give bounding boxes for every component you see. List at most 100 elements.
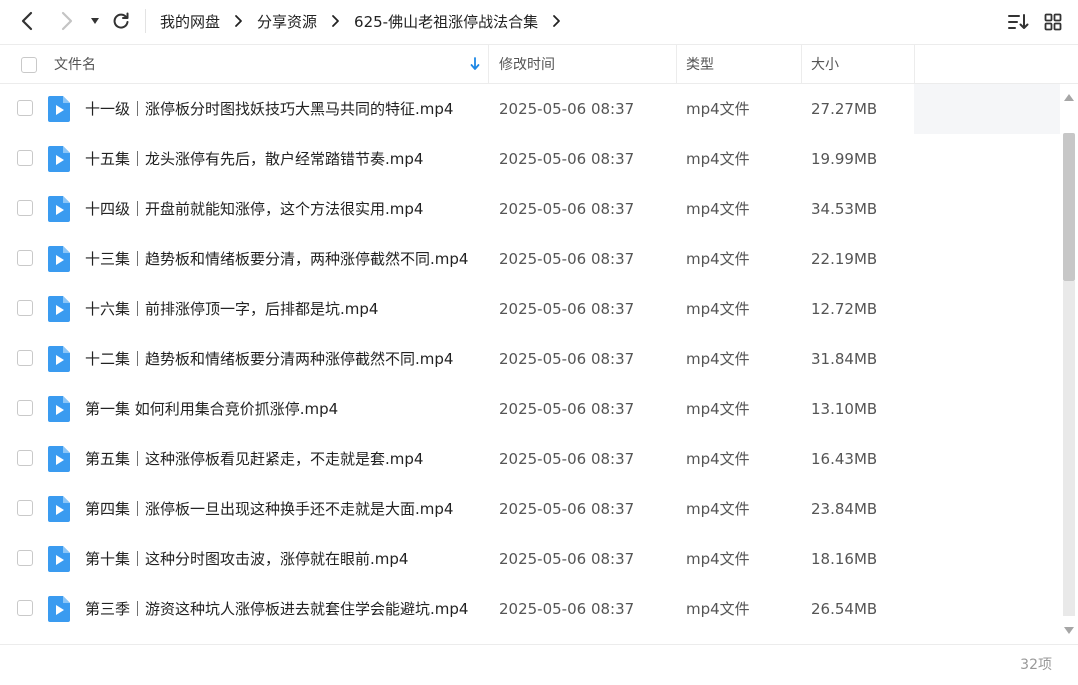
row-checkbox[interactable] [17,150,33,166]
file-modified: 2025-05-06 08:37 [499,250,635,268]
breadcrumb-item-current-folder[interactable]: 625-佛山老祖涨停战法合集 [354,11,538,32]
file-modified: 2025-05-06 08:37 [499,550,635,568]
file-name: 十二集｜趋势板和情绪板要分清两种涨停截然不同.mp4 [85,350,454,368]
item-count: 32项 [1020,657,1052,673]
column-divider[interactable] [801,45,802,83]
row-checkbox[interactable] [17,250,33,266]
file-name: 第四集｜涨停板一旦出现这种换手还不走就是大面.mp4 [85,500,454,518]
breadcrumb-item-my-drive[interactable]: 我的网盘 [160,11,220,32]
grid-view-icon [1044,13,1062,31]
row-checkbox[interactable] [17,500,33,516]
row-checkbox[interactable] [17,450,33,466]
file-list: 十一级｜涨停板分时图找妖技巧大黑马共同的特征.mp4 2025-05-06 08… [0,84,1060,644]
video-file-icon [48,196,70,222]
file-name: 十一级｜涨停板分时图找妖技巧大黑马共同的特征.mp4 [85,100,454,118]
file-type: mp4文件 [686,400,750,418]
file-row[interactable]: 第一集 如何利用集合竞价抓涨停.mp4 2025-05-06 08:37 mp4… [0,384,1060,434]
sort-icon [1008,14,1029,29]
file-name: 第一集 如何利用集合竞价抓涨停.mp4 [85,400,339,418]
forward-button[interactable] [54,8,80,34]
toolbar-divider [145,9,146,33]
file-row[interactable]: 第三季｜游资这种坑人涨停板进去就套住学会能避坑.mp4 2025-05-06 0… [0,584,1060,634]
video-file-icon [48,246,70,272]
file-modified: 2025-05-06 08:37 [499,100,635,118]
chevron-right-icon [331,14,340,28]
file-row[interactable]: 第十集｜这种分时图攻击波，涨停就在眼前.mp4 2025-05-06 08:37… [0,534,1060,584]
file-modified: 2025-05-06 08:37 [499,350,635,368]
file-size: 23.84MB [811,500,878,518]
file-type: mp4文件 [686,450,750,468]
video-file-icon [48,396,70,422]
column-divider[interactable] [488,45,489,83]
file-name: 十四级｜开盘前就能知涨停，这个方法很实用.mp4 [85,200,424,218]
status-bar: 32项 [0,644,1078,684]
file-size: 22.19MB [811,250,878,268]
file-type: mp4文件 [686,250,750,268]
chevron-left-icon [21,11,33,31]
column-divider[interactable] [914,45,915,83]
file-size: 34.53MB [811,200,878,218]
chevron-right-icon [61,11,73,31]
file-type: mp4文件 [686,150,750,168]
refresh-button[interactable] [108,8,134,34]
video-file-icon [48,346,70,372]
vertical-scrollbar[interactable] [1060,84,1078,644]
file-modified: 2025-05-06 08:37 [499,150,635,168]
scroll-down-arrow-icon[interactable] [1063,626,1075,636]
row-checkbox[interactable] [17,100,33,116]
file-row[interactable]: 十五集｜龙头涨停有先后，散户经常踏错节奏.mp4 2025-05-06 08:3… [0,134,1060,184]
file-row[interactable]: 十三集｜趋势板和情绪板要分清，两种涨停截然不同.mp4 2025-05-06 0… [0,234,1060,284]
chevron-right-icon[interactable] [552,14,561,28]
row-hover-highlight [914,84,1060,134]
file-size: 12.72MB [811,300,878,318]
file-name: 十三集｜趋势板和情绪板要分清，两种涨停截然不同.mp4 [85,250,469,268]
file-row[interactable]: 十二集｜趋势板和情绪板要分清两种涨停截然不同.mp4 2025-05-06 08… [0,334,1060,384]
history-dropdown-button[interactable] [82,8,108,34]
file-type: mp4文件 [686,200,750,218]
row-checkbox[interactable] [17,400,33,416]
scrollbar-track[interactable] [1063,281,1075,616]
file-size: 19.99MB [811,150,878,168]
file-modified: 2025-05-06 08:37 [499,450,635,468]
scrollbar-thumb[interactable] [1063,133,1075,281]
file-type: mp4文件 [686,300,750,318]
column-size[interactable]: 大小 [811,45,839,83]
video-file-icon [48,546,70,572]
row-checkbox[interactable] [17,200,33,216]
file-type: mp4文件 [686,600,750,618]
row-checkbox[interactable] [17,550,33,566]
column-header: 文件名 修改时间 类型 大小 [0,44,1078,84]
scroll-up-arrow-icon[interactable] [1063,92,1075,102]
select-all-checkbox[interactable] [21,57,37,73]
column-name[interactable]: 文件名 [54,45,96,83]
file-type: mp4文件 [686,550,750,568]
file-row[interactable]: 十六集｜前排涨停顶一字，后排都是坑.mp4 2025-05-06 08:37 m… [0,284,1060,334]
file-modified: 2025-05-06 08:37 [499,200,635,218]
row-checkbox[interactable] [17,350,33,366]
breadcrumb-item-shared[interactable]: 分享资源 [257,11,317,32]
file-name: 十六集｜前排涨停顶一字，后排都是坑.mp4 [85,300,379,318]
row-checkbox[interactable] [17,300,33,316]
column-type[interactable]: 类型 [686,45,714,83]
sort-descending-icon[interactable] [470,57,480,75]
file-name: 第三季｜游资这种坑人涨停板进去就套住学会能避坑.mp4 [85,600,469,618]
file-row[interactable]: 十一级｜涨停板分时图找妖技巧大黑马共同的特征.mp4 2025-05-06 08… [0,84,1060,134]
file-size: 13.10MB [811,400,878,418]
file-size: 27.27MB [811,100,878,118]
back-button[interactable] [14,8,40,34]
toolbar: 我的网盘 分享资源 625-佛山老祖涨停战法合集 [0,0,1078,44]
file-row[interactable]: 第五集｜这种涨停板看见赶紧走，不走就是套.mp4 2025-05-06 08:3… [0,434,1060,484]
caret-down-icon [91,18,99,24]
file-type: mp4文件 [686,350,750,368]
file-row[interactable]: 十四级｜开盘前就能知涨停，这个方法很实用.mp4 2025-05-06 08:3… [0,184,1060,234]
video-file-icon [48,596,70,622]
file-row[interactable]: 第四集｜涨停板一旦出现这种换手还不走就是大面.mp4 2025-05-06 08… [0,484,1060,534]
grid-view-button[interactable] [1041,10,1065,34]
column-divider[interactable] [676,45,677,83]
column-modified[interactable]: 修改时间 [499,45,555,83]
file-size: 31.84MB [811,350,878,368]
sort-button[interactable] [1006,10,1030,34]
file-size: 16.43MB [811,450,878,468]
file-modified: 2025-05-06 08:37 [499,400,635,418]
row-checkbox[interactable] [17,600,33,616]
